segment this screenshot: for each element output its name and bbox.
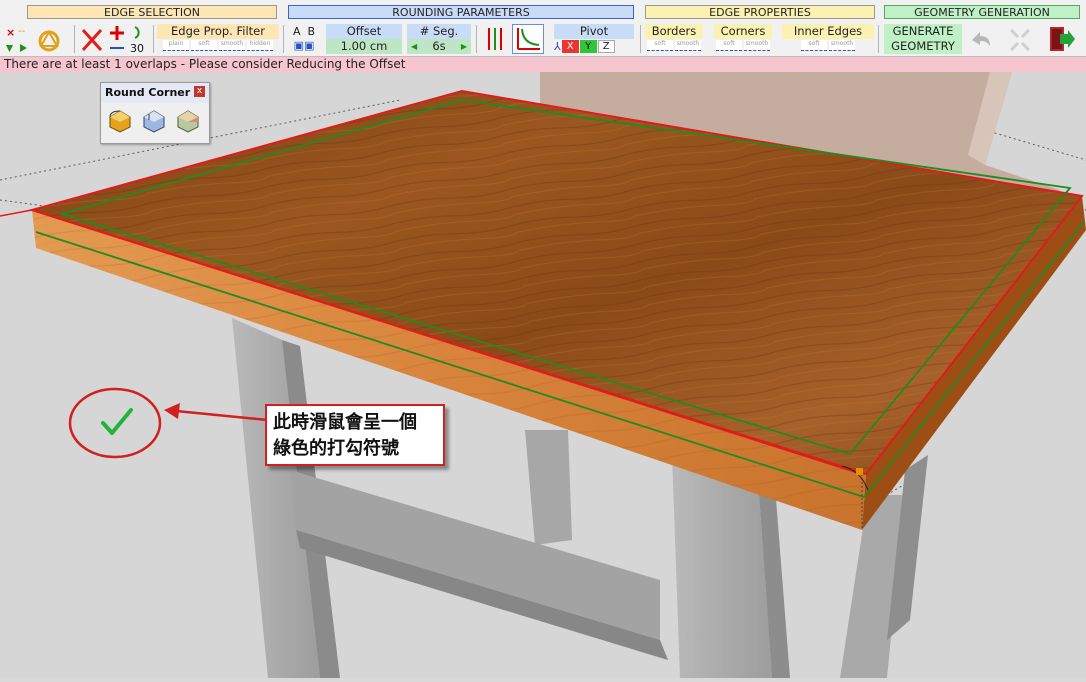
pivot-z[interactable]: Z xyxy=(597,40,615,53)
filter-soft[interactable]: soft xyxy=(191,40,217,51)
offset-value[interactable]: 1.00 cm xyxy=(326,39,402,54)
angle-value: 30 xyxy=(130,42,144,54)
pivot-label: Pivot xyxy=(554,24,634,39)
palette-close-icon[interactable]: x xyxy=(194,86,205,97)
chair-model-scene[interactable] xyxy=(0,72,1086,678)
move-icon[interactable]: 30 xyxy=(107,24,151,55)
corners-label: Corners xyxy=(714,24,772,39)
callout-line-2: 綠色的打勾符號 xyxy=(273,438,399,459)
svg-text:×: × xyxy=(6,26,15,39)
edge-prop-filter-label: Edge Prop. Filter xyxy=(157,24,279,39)
generate-line-1: GENERATE xyxy=(892,24,954,38)
section-edge-properties: EDGE PROPERTIES xyxy=(645,5,875,19)
offset-control[interactable]: Offset 1.00 cm xyxy=(326,24,402,54)
inner-edges-property[interactable]: Inner Edges soft smooth xyxy=(782,24,874,54)
filter-smooth[interactable]: smooth xyxy=(219,40,245,51)
bevel-icon[interactable] xyxy=(141,108,167,134)
corner-marker xyxy=(856,468,863,475)
pivot-y[interactable]: Y xyxy=(579,40,597,53)
parallel-icon[interactable] xyxy=(482,24,508,54)
seg-value: 6s xyxy=(432,39,446,53)
rounding-toolbar: EDGE SELECTION ROUNDING PARAMETERS EDGE … xyxy=(0,0,1086,57)
inner-smooth[interactable]: smooth xyxy=(829,40,855,51)
undo-icon[interactable] xyxy=(966,24,994,54)
pivot-x[interactable]: X xyxy=(561,40,579,53)
annotation-callout: 此時滑鼠會呈一個 綠色的打勾符號 xyxy=(265,404,445,466)
seg-label: # Seg. xyxy=(407,24,471,39)
curve-profile-icon[interactable] xyxy=(512,24,544,54)
round-corner-icon[interactable] xyxy=(107,108,133,134)
corners-soft[interactable]: soft xyxy=(716,40,742,51)
seg-decrease-icon[interactable]: ◀ xyxy=(411,39,417,54)
status-message: There are at least 1 overlaps - Please c… xyxy=(0,57,1086,72)
generate-line-2: GEOMETRY xyxy=(891,39,955,53)
section-rounding-parameters: ROUNDING PARAMETERS xyxy=(288,5,634,19)
fullscreen-icon[interactable] xyxy=(1006,24,1034,54)
corners-property[interactable]: Corners soft smooth xyxy=(714,24,772,54)
callout-line-1: 此時滑鼠會呈一個 xyxy=(273,412,417,433)
svg-text:--: -- xyxy=(18,26,26,37)
inner-soft[interactable]: soft xyxy=(801,40,827,51)
inner-edges-label: Inner Edges xyxy=(782,24,874,39)
axis-icon: ⅄ xyxy=(554,40,561,53)
segment-control[interactable]: # Seg. ◀ 6s ▶ xyxy=(407,24,471,54)
model-viewport[interactable] xyxy=(0,72,1086,678)
delete-selection-icon[interactable] xyxy=(79,24,105,54)
ab-b-label: B xyxy=(307,25,316,38)
pivot-control[interactable]: Pivot ⅄ X Y Z xyxy=(554,24,634,54)
palette-title: Round Corner xyxy=(101,83,209,103)
section-geometry-generation: GEOMETRY GENERATION xyxy=(884,5,1080,19)
borders-label: Borders xyxy=(645,24,703,39)
edge-prop-filter[interactable]: Edge Prop. Filter plain soft smooth hidd… xyxy=(157,24,279,54)
section-edge-selection: EDGE SELECTION xyxy=(27,5,277,19)
chamfer-icon[interactable] xyxy=(175,108,201,134)
seg-increase-icon[interactable]: ▶ xyxy=(461,39,467,54)
generate-geometry-button[interactable]: GENERATE GEOMETRY xyxy=(884,24,962,54)
offset-label: Offset xyxy=(326,24,402,39)
borders-soft[interactable]: soft xyxy=(647,40,673,51)
borders-smooth[interactable]: smooth xyxy=(675,40,701,51)
corners-smooth[interactable]: smooth xyxy=(744,40,770,51)
save-icon[interactable]: ▣▣ xyxy=(288,39,320,52)
ab-selector[interactable]: A B ▣▣ xyxy=(288,24,320,54)
filter-hidden[interactable]: hidden xyxy=(247,40,273,51)
borders-property[interactable]: Borders soft smooth xyxy=(645,24,703,54)
exit-icon[interactable] xyxy=(1046,24,1076,54)
ab-a-label: A xyxy=(292,25,301,38)
filter-plain[interactable]: plain xyxy=(163,40,189,51)
round-corner-palette[interactable]: Round Corner x xyxy=(100,82,210,144)
selection-tools: × -- xyxy=(2,24,72,54)
